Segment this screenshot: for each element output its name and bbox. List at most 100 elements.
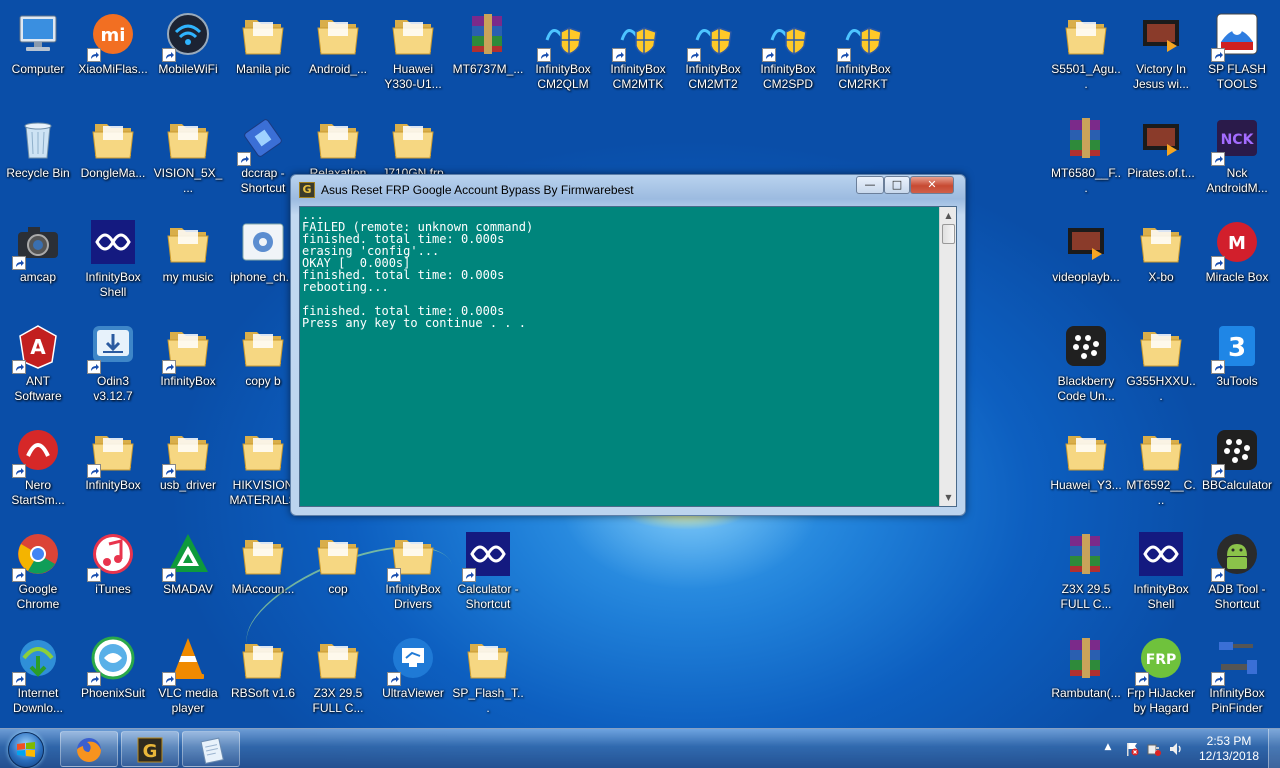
desktop-icon[interactable]: M Miracle Box xyxy=(1199,214,1275,314)
desktop-icon[interactable]: InfinityBox CM2MTK xyxy=(600,6,676,106)
desktop-icon[interactable]: Computer xyxy=(0,6,76,106)
taskbar-frp-tool-button[interactable]: G xyxy=(121,731,179,767)
shortcut-arrow-icon xyxy=(1211,568,1225,582)
desktop-icon[interactable]: InfinityBox Shell xyxy=(1123,526,1199,626)
desktop-icon[interactable]: SP_Flash_T... xyxy=(450,630,526,730)
desktop-icon[interactable]: VLC media player xyxy=(150,630,226,730)
desktop-icon[interactable]: Android_... xyxy=(300,6,376,106)
desktop-icon-label: Internet Downlo... xyxy=(12,686,64,715)
desktop-icon[interactable]: InfinityBox CM2SPD xyxy=(750,6,826,106)
power-plug-icon[interactable] xyxy=(1146,742,1162,756)
desktop-icon[interactable]: Internet Downlo... xyxy=(0,630,76,730)
desktop-icon[interactable]: MobileWiFi xyxy=(150,6,226,106)
infinitybox-cm2-icon xyxy=(612,10,662,62)
desktop-icon[interactable]: mi XiaoMiFlas... xyxy=(75,6,151,106)
video-icon xyxy=(1062,218,1110,266)
start-button[interactable] xyxy=(2,730,52,768)
desktop-icon[interactable]: ADB Tool - Shortcut xyxy=(1199,526,1275,626)
desktop-icon[interactable]: amcap xyxy=(0,214,76,314)
desktop-icon[interactable]: InfinityBox CM2QLM xyxy=(525,6,601,106)
desktop-icon[interactable]: VISION_5X_... xyxy=(150,110,226,210)
desktop-icon[interactable]: Huawei_Y3... xyxy=(1048,422,1124,522)
svg-text:A: A xyxy=(30,335,46,359)
desktop-icon[interactable]: InfinityBox xyxy=(75,422,151,522)
desktop-icon-label: VLC media player xyxy=(158,686,218,715)
console-scrollbar[interactable]: ▲ ▼ xyxy=(939,207,956,506)
phoenixsuit-icon xyxy=(87,634,137,686)
desktop-icon[interactable]: Google Chrome xyxy=(0,526,76,626)
desktop-icon[interactable]: NCK Nck AndroidM... xyxy=(1199,110,1275,210)
desktop-icon[interactable]: S5501_Agu... xyxy=(1048,6,1124,106)
desktop-icon[interactable]: Blackberry Code Un... xyxy=(1048,318,1124,418)
show-hidden-icons-button[interactable]: ▲ xyxy=(1100,742,1116,756)
desktop-icon[interactable]: Z3X 29.5 FULL C... xyxy=(1048,526,1124,626)
maximize-button[interactable]: □ xyxy=(884,176,910,194)
desktop-icon[interactable]: Z3X 29.5 FULL C... xyxy=(300,630,376,730)
shortcut-arrow-icon xyxy=(1211,360,1225,374)
desktop-icon[interactable]: SP FLASH TOOLS xyxy=(1199,6,1275,106)
taskbar: G ▲ 2:53 PM 12/13/2018 xyxy=(0,728,1280,768)
desktop-icon[interactable]: A ANT Software xyxy=(0,318,76,418)
action-center-flag-icon[interactable] xyxy=(1124,742,1140,756)
frp-tool-window[interactable]: G Asus Reset FRP Google Account Bypass B… xyxy=(290,174,966,516)
desktop-icon-label: Pirates.of.t... xyxy=(1127,166,1195,180)
desktop-icon[interactable]: videoplayb... xyxy=(1048,214,1124,314)
show-desktop-button[interactable] xyxy=(1268,729,1280,768)
desktop-icon[interactable]: Huawei Y330-U1... xyxy=(375,6,451,106)
desktop-icon[interactable]: 3 3uTools xyxy=(1199,318,1275,418)
desktop-icon[interactable]: InfinityBox xyxy=(150,318,226,418)
scroll-thumb[interactable] xyxy=(942,224,955,244)
taskbar-firefox-button[interactable] xyxy=(60,731,118,767)
console-output[interactable]: ... FAILED (remote: unknown command) finis… xyxy=(299,206,957,507)
desktop-icon[interactable]: G355HXXU... xyxy=(1123,318,1199,418)
scroll-up-arrow-icon[interactable]: ▲ xyxy=(940,207,957,224)
desktop-icon[interactable]: MT6737M_... xyxy=(450,6,526,106)
desktop-icon[interactable]: cop xyxy=(300,526,376,626)
desktop-icon[interactable]: Nero StartSm... xyxy=(0,422,76,522)
desktop-icon[interactable]: InfinityBox CM2RKT xyxy=(825,6,901,106)
desktop-icon[interactable]: Manila pic xyxy=(225,6,301,106)
desktop-icon-label: InfinityBox CM2MT2 xyxy=(685,62,741,91)
desktop-icon[interactable]: InfinityBox PinFinder xyxy=(1199,630,1275,730)
desktop-icon-label: Frp HiJacker by Hagard xyxy=(1126,686,1195,715)
desktop-icon[interactable]: Recycle Bin xyxy=(0,110,76,210)
desktop-icon[interactable]: usb_driver xyxy=(150,422,226,522)
desktop-icon[interactable]: FRP Frp HiJacker by Hagard xyxy=(1123,630,1199,730)
desktop-icon[interactable]: Rambutan(... xyxy=(1048,630,1124,730)
desktop-icon[interactable]: BBCalculator xyxy=(1199,422,1275,522)
scroll-down-arrow-icon[interactable]: ▼ xyxy=(940,489,957,506)
desktop-icon-label: Manila pic xyxy=(235,62,291,76)
window-titlebar[interactable]: G Asus Reset FRP Google Account Bypass B… xyxy=(291,175,965,203)
desktop-icon[interactable]: UltraViewer xyxy=(375,630,451,730)
desktop-icon[interactable]: PhoenixSuit xyxy=(75,630,151,730)
desktop-icon[interactable]: MT6580__F... xyxy=(1048,110,1124,210)
clock[interactable]: 2:53 PM 12/13/2018 xyxy=(1190,734,1268,764)
folder-icon xyxy=(239,634,287,682)
desktop-icon-label: usb_driver xyxy=(159,478,217,492)
desktop-icon[interactable]: RBSoft v1.6 xyxy=(225,630,301,730)
desktop-icon[interactable]: SMADAV xyxy=(150,526,226,626)
close-button[interactable]: ✕ xyxy=(910,176,954,194)
chrome-icon xyxy=(12,530,62,582)
desktop-icon-label: Blackberry Code Un... xyxy=(1057,374,1115,403)
app-g-icon[interactable]: G xyxy=(299,182,315,198)
usb-device-icon xyxy=(237,114,287,166)
desktop-icon[interactable]: Victory In Jesus wi... xyxy=(1123,6,1199,106)
desktop-icon[interactable]: MiAccoun... xyxy=(225,526,301,626)
desktop-icon[interactable]: DongleMa... xyxy=(75,110,151,210)
desktop-icon[interactable]: InfinityBox Shell xyxy=(75,214,151,314)
desktop-icon-label: PhoenixSuit xyxy=(80,686,146,700)
desktop-icon[interactable]: InfinityBox CM2MT2 xyxy=(675,6,751,106)
volume-speaker-icon[interactable] xyxy=(1168,742,1184,756)
notepad-icon xyxy=(200,737,224,764)
desktop-icon[interactable]: MT6592__C... xyxy=(1123,422,1199,522)
desktop-icon[interactable]: Odin3 v3.12.7 xyxy=(75,318,151,418)
desktop-icon[interactable]: iTunes xyxy=(75,526,151,626)
desktop-icon[interactable]: InfinityBox Drivers xyxy=(375,526,451,626)
desktop-icon[interactable]: X-bo xyxy=(1123,214,1199,314)
desktop-icon[interactable]: Pirates.of.t... xyxy=(1123,110,1199,210)
minimize-button[interactable]: — xyxy=(856,176,884,194)
taskbar-notepad-button[interactable] xyxy=(182,731,240,767)
desktop-icon[interactable]: my music xyxy=(150,214,226,314)
desktop-icon[interactable]: Calculator - Shortcut xyxy=(450,526,526,626)
